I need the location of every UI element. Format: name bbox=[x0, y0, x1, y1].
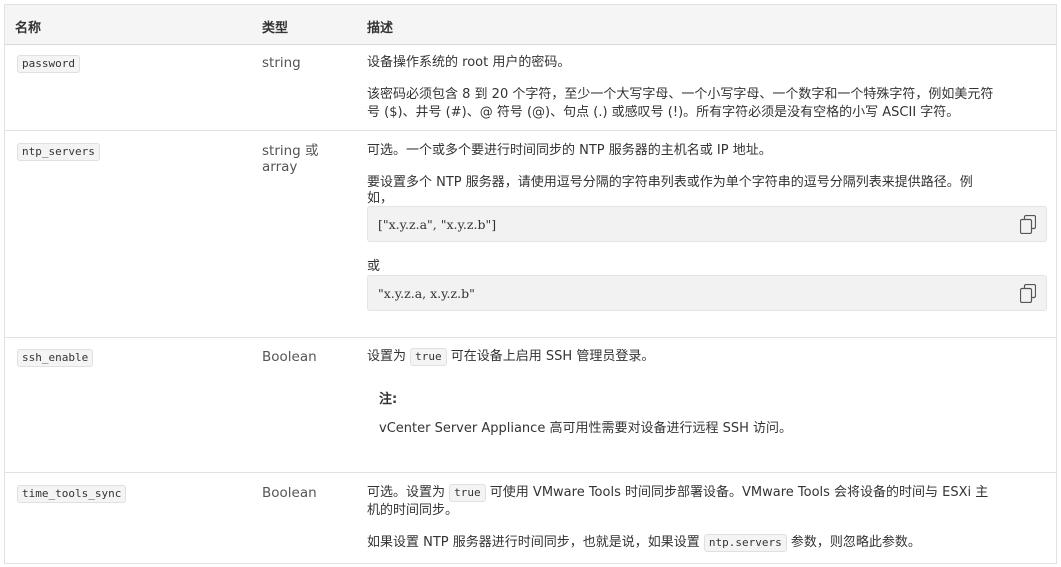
description-text: 可使用 VMware Tools 时间同步部署设备。VMware Tools 会… bbox=[489, 485, 989, 500]
inline-code: ntp.servers bbox=[703, 534, 787, 552]
description-text: 设置为 bbox=[367, 349, 407, 364]
header-type: 类型 bbox=[262, 21, 289, 36]
header-description: 描述 bbox=[367, 21, 394, 36]
table-row-ntp-servers: ntp_servers string 或 array 可选。一个或多个要进行时间… bbox=[5, 131, 1056, 338]
param-type: Boolean bbox=[262, 349, 317, 365]
header-name: 名称 bbox=[15, 21, 42, 36]
description-text: 如果设置 NTP 服务器进行时间同步，也就是说，如果设置 bbox=[367, 535, 700, 550]
description-text: 机的时间同步。 bbox=[367, 503, 459, 518]
description-text: 参数，则忽略此参数。 bbox=[790, 535, 921, 550]
description-text: 设备操作系统的 root 用户的密码。 bbox=[367, 55, 571, 70]
table-row-time-tools-sync: time_tools_sync Boolean 可选。设置为 true 可使用 … bbox=[5, 473, 1056, 563]
param-name: ntp_servers bbox=[17, 143, 100, 161]
param-type: Boolean bbox=[262, 485, 317, 501]
code-text: "x.y.z.a, x.y.z.b" bbox=[378, 286, 475, 301]
code-text: ["x.y.z.a", "x.y.z.b"] bbox=[378, 217, 497, 232]
description-text: 该密码必须包含 8 到 20 个字符，至少一个大写字母、一个小写字母、一个数字和… bbox=[367, 87, 994, 102]
description-text: 号 ($)、井号 (#)、@ 符号 (@)、句点 (.) 或感叹号 (!)。所有… bbox=[367, 105, 960, 120]
note-title: 注: bbox=[379, 392, 398, 407]
description-text: 可选。一个或多个要进行时间同步的 NTP 服务器的主机名或 IP 地址。 bbox=[367, 143, 772, 158]
copy-icon[interactable] bbox=[1020, 284, 1036, 303]
param-name: time_tools_sync bbox=[17, 485, 127, 503]
note-text: vCenter Server Appliance 高可用性需要对设备进行远程 S… bbox=[379, 421, 792, 436]
description-text: 可选。设置为 bbox=[367, 485, 446, 500]
param-type: string 或 bbox=[262, 143, 319, 159]
inline-code: true bbox=[449, 484, 486, 502]
table-row-password: password string 设备操作系统的 root 用户的密码。 该密码必… bbox=[5, 45, 1056, 131]
table-row-ssh-enable: ssh_enable Boolean 设置为 true 可在设备上启用 SSH … bbox=[5, 338, 1056, 473]
copy-icon[interactable] bbox=[1020, 215, 1036, 234]
param-name: ssh_enable bbox=[17, 349, 94, 367]
code-block: ["x.y.z.a", "x.y.z.b"] bbox=[367, 206, 1047, 242]
table-header: 名称 类型 描述 bbox=[5, 5, 1056, 45]
or-text: 或 bbox=[367, 259, 381, 274]
param-type: string bbox=[262, 55, 301, 71]
param-type: array bbox=[262, 159, 298, 175]
inline-code: true bbox=[410, 348, 447, 366]
parameters-table: 名称 类型 描述 password string 设备操作系统的 root 用户… bbox=[4, 4, 1057, 564]
param-name: password bbox=[17, 55, 80, 73]
description-text: 可在设备上启用 SSH 管理员登录。 bbox=[450, 349, 655, 364]
code-block: "x.y.z.a, x.y.z.b" bbox=[367, 275, 1047, 311]
